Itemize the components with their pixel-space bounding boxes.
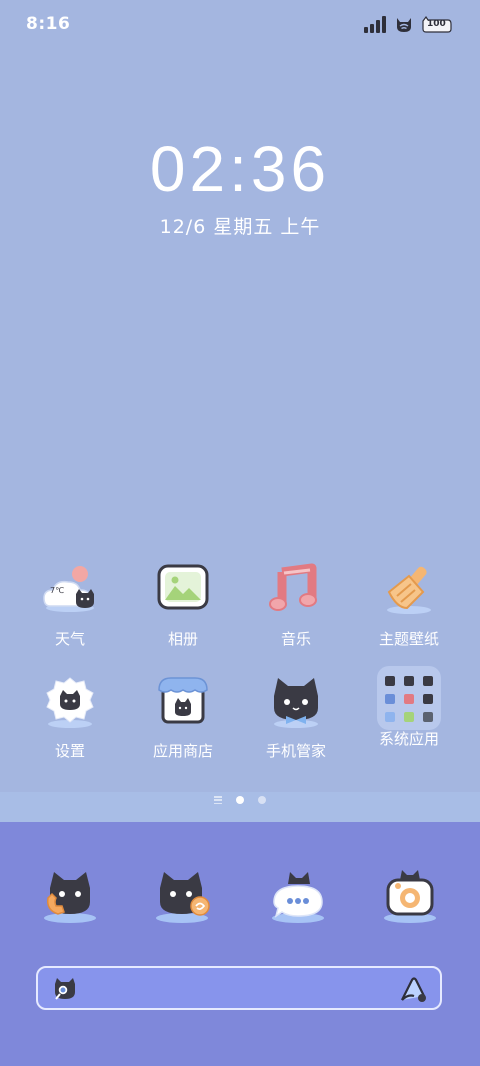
app-label: 应用商店 (152, 742, 213, 760)
app-store[interactable]: 应用商店 (127, 674, 239, 761)
messages-icon[interactable] (266, 866, 330, 930)
page-dot[interactable] (258, 796, 266, 804)
theme-brush-icon (379, 562, 439, 622)
app-label: 相册 (167, 630, 198, 648)
menu-lines-icon (214, 796, 222, 804)
assistant-a-icon[interactable] (398, 976, 428, 1004)
app-label: 音乐 (280, 630, 311, 648)
weather-icon: 7℃ (40, 562, 100, 622)
music-icon (266, 562, 326, 622)
app-gallery[interactable]: 相册 (127, 562, 239, 649)
phone-manager-icon (266, 674, 326, 734)
lockscreen-clock: 02:36 (149, 133, 331, 205)
status-bar: 8:16 100 (0, 0, 480, 50)
battery-icon: 100 (422, 15, 452, 33)
search-cat-icon (55, 978, 75, 1000)
search-bar[interactable] (36, 966, 442, 1010)
weather-temp: 7℃ (50, 586, 65, 595)
app-label: 主题壁纸 (378, 630, 439, 648)
status-time: 8:16 (26, 14, 71, 34)
app-weather[interactable]: 7℃ 天气 (14, 562, 126, 649)
app-store-icon (153, 674, 213, 734)
app-phone-manager[interactable]: 手机管家 (240, 674, 352, 761)
app-music[interactable]: 音乐 (240, 562, 352, 649)
phone-icon[interactable] (38, 866, 102, 930)
app-label: 设置 (54, 742, 85, 760)
status-icons: 100 (364, 14, 452, 34)
lockscreen-date: 12/6 星期五 上午 (159, 216, 321, 238)
camera-icon[interactable] (378, 866, 442, 930)
app-label: 天气 (54, 630, 85, 648)
battery-level: 100 (427, 19, 446, 29)
page-indicator[interactable] (0, 796, 480, 804)
system-apps-folder-icon (377, 666, 441, 730)
app-label: 手机管家 (265, 742, 326, 760)
app-label: 系统应用 (378, 730, 439, 748)
dock (0, 822, 480, 1066)
gallery-icon (153, 562, 213, 622)
app-theme[interactable]: 主题壁纸 (353, 562, 465, 649)
app-settings[interactable]: 设置 (14, 674, 126, 761)
wifi-icon (397, 18, 411, 32)
settings-icon (40, 674, 100, 734)
app-system-folder[interactable]: 系统应用 (353, 666, 465, 749)
browser-icon[interactable] (150, 866, 214, 930)
page-dot-active[interactable] (236, 796, 244, 804)
signal-icon (364, 15, 386, 33)
